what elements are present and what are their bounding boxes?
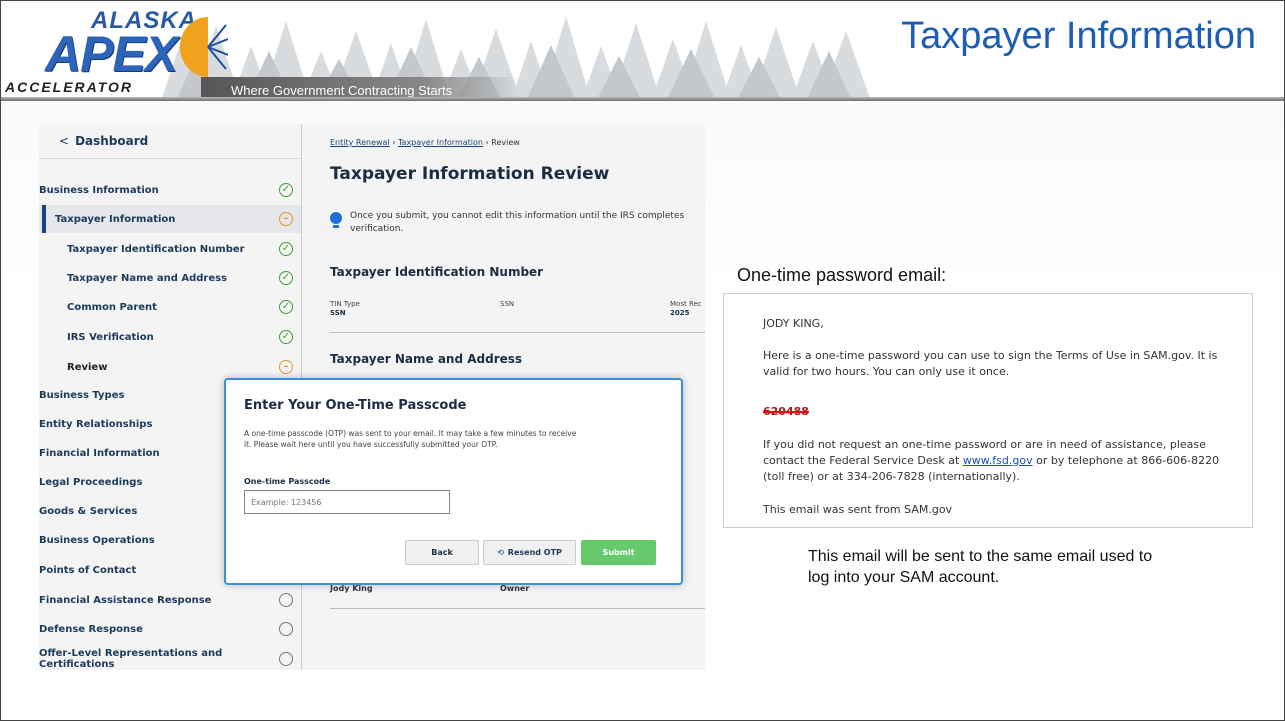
sidebar-item-tin[interactable]: Taxpayer Identification Number ✓ xyxy=(39,235,301,263)
in-progress-icon: – xyxy=(279,360,293,374)
sidebar-item-defense-response[interactable]: Defense Response xyxy=(39,615,301,643)
sidebar-item-business-information[interactable]: Business Information ✓ xyxy=(39,176,301,204)
sidebar-item-label: Business Information xyxy=(39,184,159,196)
apex-logo: ALASKA APEX ACCELERATOR xyxy=(5,5,235,95)
email-footer: This email was sent from SAM.gov xyxy=(763,503,953,516)
header-divider xyxy=(1,97,1284,101)
dashboard-link[interactable]: < Dashboard xyxy=(59,134,148,148)
back-button[interactable]: Back xyxy=(405,540,479,565)
section-divider xyxy=(330,608,705,609)
name-address-heading: Taxpayer Name and Address xyxy=(330,352,523,366)
tagline: Where Government Contracting Starts xyxy=(231,83,453,98)
sidebar-item-label: Business Operations xyxy=(39,534,155,546)
page-title: Taxpayer Information Review xyxy=(330,164,610,184)
sidebar-item-name-address[interactable]: Taxpayer Name and Address ✓ xyxy=(39,264,301,292)
sidebar-item-label: Business Types xyxy=(39,389,125,401)
tin-type-value: SSN xyxy=(330,309,346,317)
sidebar-item-label: Financial Information xyxy=(39,447,160,459)
sidebar-item-label: Taxpayer Identification Number xyxy=(67,243,245,255)
slide-header: Where Government Contracting Starts ALAS… xyxy=(1,1,1284,101)
sidebar-item-label: IRS Verification xyxy=(67,331,154,343)
otp-field-label: One-time Passcode xyxy=(244,477,331,486)
most-recent-field: Most Rec 2025 xyxy=(670,300,705,318)
email-preview: JODY KING, Here is a one-time password y… xyxy=(723,293,1253,528)
dashboard-label: Dashboard xyxy=(75,134,149,148)
sidebar-item-label: Common Parent xyxy=(67,301,157,313)
in-progress-icon: – xyxy=(279,212,293,226)
breadcrumb: Entity Renewal › Taxpayer Information › … xyxy=(330,138,520,147)
breadcrumb-taxpayer-information[interactable]: Taxpayer Information xyxy=(398,138,483,147)
resend-otp-button[interactable]: ⟲ Resend OTP xyxy=(483,540,576,565)
sidebar-item-label: Taxpayer Information xyxy=(55,213,176,225)
otp-code-redacted: 620488 xyxy=(763,405,809,418)
sidebar-item-reps-certs[interactable]: Offer-Level Representations and Certific… xyxy=(39,645,301,670)
sidebar-item-label: Review xyxy=(67,361,108,373)
refresh-icon: ⟲ xyxy=(497,548,504,557)
sidebar-item-label: Goods & Services xyxy=(39,505,138,517)
most-recent-value: 2025 xyxy=(670,309,690,317)
resend-button-label: Resend OTP xyxy=(507,548,562,557)
slide: Where Government Contracting Starts ALAS… xyxy=(0,0,1285,721)
sidebar-item-label: Defense Response xyxy=(39,623,143,635)
lightbulb-base xyxy=(333,225,339,228)
empty-circle-icon xyxy=(279,622,293,636)
check-circle-icon: ✓ xyxy=(279,330,293,344)
contact-role: Owner xyxy=(500,584,530,593)
submit-button[interactable]: Submit xyxy=(581,540,656,565)
empty-circle-icon xyxy=(279,593,293,607)
check-circle-icon: ✓ xyxy=(279,242,293,256)
breadcrumb-entity-renewal[interactable]: Entity Renewal xyxy=(330,138,390,147)
ssn-field: SSN xyxy=(500,300,514,309)
tin-type-field: TIN Type SSN xyxy=(330,300,360,318)
contact-name: Jody King xyxy=(330,584,373,593)
ssn-label: SSN xyxy=(500,300,515,308)
breadcrumb-current: Review xyxy=(491,138,520,147)
sidebar-item-financial-assistance[interactable]: Financial Assistance Response xyxy=(39,586,301,614)
modal-description: A one-time passcode (OTP) was sent to yo… xyxy=(244,429,577,449)
info-notice: Once you submit, you cannot edit this in… xyxy=(350,211,685,234)
sidebar-item-label: Offer-Level Representations and Certific… xyxy=(39,648,223,670)
otp-modal: Enter Your One-Time Passcode A one-time … xyxy=(224,378,683,585)
email-caption: This email will be sent to the same emai… xyxy=(808,548,1153,586)
slide-title: Taxpayer Information xyxy=(901,15,1256,57)
check-circle-icon: ✓ xyxy=(279,271,293,285)
fsd-link[interactable]: www.fsd.gov xyxy=(963,454,1033,467)
check-circle-icon: ✓ xyxy=(279,183,293,197)
sidebar-item-review[interactable]: Review – xyxy=(39,353,301,381)
logo-apex-text: APEX xyxy=(45,26,178,82)
breadcrumb-separator: › xyxy=(485,138,489,147)
active-indicator xyxy=(42,205,46,233)
email-paragraph-1: Here is a one-time password you can use … xyxy=(763,349,1218,378)
tin-type-label: TIN Type xyxy=(330,300,360,308)
empty-circle-icon xyxy=(279,652,293,666)
email-paragraph-2: If you did not request an one-time passw… xyxy=(763,437,1233,485)
section-divider xyxy=(330,332,705,333)
chevron-left-icon: < xyxy=(59,134,70,148)
sidebar-item-irs-verification[interactable]: IRS Verification ✓ xyxy=(39,323,301,351)
sidebar-item-label: Financial Assistance Response xyxy=(39,594,212,606)
email-heading: One-time password email: xyxy=(737,265,947,285)
sidebar-item-label: Points of Contact xyxy=(39,564,137,576)
breadcrumb-separator: › xyxy=(392,138,396,147)
tin-heading: Taxpayer Identification Number xyxy=(330,265,544,279)
logo-accelerator-text: ACCELERATOR xyxy=(5,79,134,95)
sunburst-icon xyxy=(180,17,228,77)
sidebar-item-label: Entity Relationships xyxy=(39,418,153,430)
sidebar-item-taxpayer-information[interactable]: Taxpayer Information – xyxy=(39,205,301,233)
sidebar-divider xyxy=(39,158,301,159)
modal-title: Enter Your One-Time Passcode xyxy=(244,398,467,413)
lightbulb-icon xyxy=(330,212,342,224)
check-circle-icon: ✓ xyxy=(279,300,293,314)
email-greeting: JODY KING, xyxy=(763,317,824,330)
sidebar-item-common-parent[interactable]: Common Parent ✓ xyxy=(39,293,301,321)
back-button-label: Back xyxy=(431,548,453,557)
sidebar-item-label: Legal Proceedings xyxy=(39,476,143,488)
sidebar-item-label: Taxpayer Name and Address xyxy=(67,272,228,284)
most-recent-label: Most Rec xyxy=(670,300,702,308)
otp-input[interactable] xyxy=(244,490,450,514)
submit-button-label: Submit xyxy=(602,548,635,557)
